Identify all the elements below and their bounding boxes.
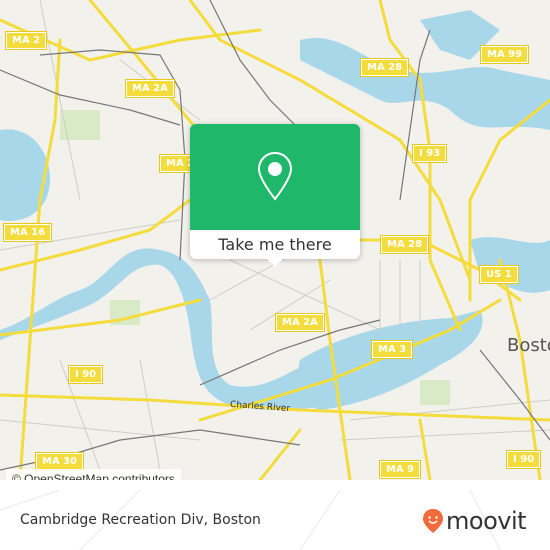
route-shield-ma16: MA 16: [2, 223, 53, 242]
popup-header: [190, 124, 360, 230]
water-inner-harbor: [470, 237, 550, 293]
map-pin-icon: [257, 151, 293, 201]
brand-name: moovit: [446, 507, 527, 535]
moovit-pin-icon: [423, 509, 443, 533]
city-label-boston: Boston: [507, 335, 550, 356]
route-shield-i90: I 90: [67, 365, 104, 384]
popup-pointer: [267, 259, 283, 267]
route-shield-ma30: MA 30: [34, 452, 85, 471]
map-attribution[interactable]: © OpenStreetMap contributors: [6, 469, 181, 480]
location-popup: Take me there: [190, 124, 360, 267]
park: [60, 110, 100, 140]
water-charles-basin: [298, 310, 483, 410]
water-fresh-pond: [0, 129, 50, 221]
route-shield-ma2a: MA 2A: [275, 313, 325, 332]
route-shield-ma2: MA 2: [4, 31, 48, 50]
route-shield-i93: I 93: [411, 144, 448, 163]
route-shield-ma28: MA 28: [359, 58, 410, 77]
moovit-logo[interactable]: moovit: [422, 507, 527, 535]
route-shield-i90: I 90: [505, 450, 542, 469]
route-shield-ma9: MA 9: [378, 460, 422, 479]
route-shield-ma2a: MA 2A: [125, 79, 175, 98]
take-me-there-button[interactable]: Take me there: [190, 230, 360, 259]
map[interactable]: MA 2 MA 2A MA 2 MA 16 I 90 MA 30 MA 28 M…: [0, 0, 550, 480]
place-name: Cambridge Recreation Div, Boston: [20, 512, 261, 528]
route-shield-ma99: MA 99: [479, 45, 530, 64]
route-shield-ma3: MA 3: [370, 340, 414, 359]
park: [420, 380, 450, 405]
route-shield-ma28: MA 28: [379, 235, 430, 254]
route-shield-us1: US 1: [479, 265, 519, 284]
